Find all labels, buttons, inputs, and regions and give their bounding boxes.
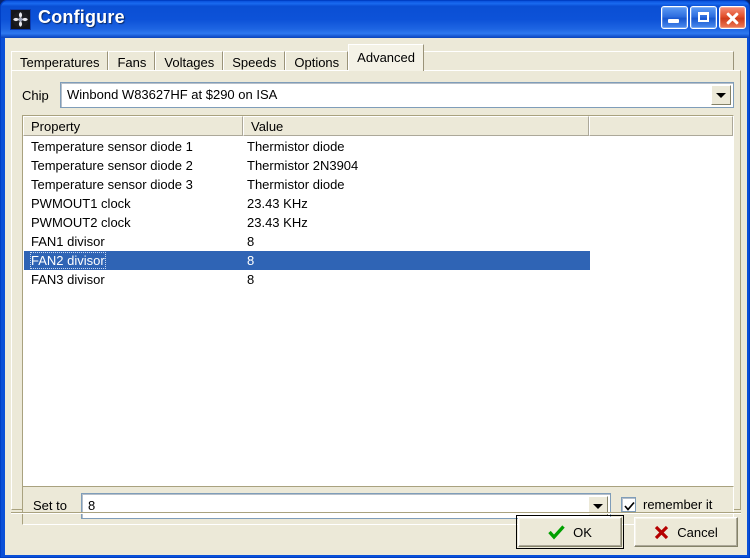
minimize-button[interactable] [661,6,688,29]
remember-it-checkbox-group[interactable]: remember it [621,497,712,512]
property-list-rows: Temperature sensor diode 1 Thermistor di… [24,137,733,289]
table-row[interactable]: Temperature sensor diode 3 Thermistor di… [24,175,733,194]
property-list-header: Property Value [23,116,733,136]
column-header-property[interactable]: Property [23,116,243,136]
checkmark-icon [624,499,635,517]
cancel-button-label: Cancel [677,524,718,540]
cell-value: Thermistor 2N3904 [247,158,359,173]
cell-property: Temperature sensor diode 2 [31,158,193,173]
set-to-label: Set to [33,498,67,513]
footer-divider [11,512,741,514]
cell-property: FAN3 divisor [31,272,105,287]
caption-button-group [661,6,746,29]
remember-it-checkbox[interactable] [621,497,636,512]
maximize-button[interactable] [690,6,717,29]
table-row-selected[interactable]: FAN2 divisor 8 [24,251,590,270]
tab-advanced[interactable]: Advanced [348,44,424,71]
set-to-panel: Set to 8 remember it [22,486,734,525]
cell-property-text: FAN2 divisor [30,252,106,269]
cell-value: 8 [247,272,255,287]
chip-combobox-value: Winbond W83627HF at $290 on ISA [67,87,278,102]
cell-value: Thermistor diode [247,139,345,154]
table-row[interactable]: FAN1 divisor 8 [24,232,733,251]
cell-property: PWMOUT2 clock [31,215,131,230]
configure-window: Configure Temperatures Fans Voltages Spe… [0,0,750,558]
cell-value: Thermistor diode [247,177,345,192]
column-header-extra[interactable] [589,116,733,136]
chip-combobox[interactable]: Winbond W83627HF at $290 on ISA [60,82,734,108]
table-row[interactable]: Temperature sensor diode 1 Thermistor di… [24,137,733,156]
cell-property: Temperature sensor diode 1 [31,139,193,154]
fan-icon [10,9,31,30]
table-row[interactable]: FAN3 divisor 8 [24,270,733,289]
window-title: Configure [38,7,125,27]
tab-strip: Temperatures Fans Voltages Speeds Option… [11,43,741,74]
table-row[interactable]: Temperature sensor diode 2 Thermistor 2N… [24,156,733,175]
tab-list: Temperatures Fans Voltages Speeds Option… [11,43,734,74]
chip-dropdown-button[interactable] [711,85,731,105]
close-button[interactable] [719,6,746,29]
cross-icon [654,525,669,540]
cancel-button[interactable]: Cancel [634,517,738,547]
cell-property: FAN2 divisor [24,252,244,269]
chevron-down-icon [593,504,603,509]
column-header-value[interactable]: Value [243,116,589,136]
cell-property: PWMOUT1 clock [31,196,131,211]
ok-button[interactable]: OK [516,515,624,549]
table-row[interactable]: PWMOUT2 clock 23.43 KHz [24,213,733,232]
cell-property: Temperature sensor diode 3 [31,177,193,192]
table-row[interactable]: PWMOUT1 clock 23.43 KHz [24,194,733,213]
title-bar[interactable]: Configure [1,1,749,38]
client-area: Temperatures Fans Voltages Speeds Option… [5,38,747,555]
cell-value: 8 [247,253,255,268]
set-to-combobox[interactable]: 8 [81,493,611,519]
ok-button-label: OK [573,524,592,540]
remember-it-label: remember it [643,497,713,512]
advanced-tab-page: Chip Winbond W83627HF at $290 on ISA Pro… [11,70,741,525]
cell-value: 8 [247,234,255,249]
cell-value: 23.43 KHz [247,215,308,230]
check-icon [548,524,565,540]
cell-value: 23.43 KHz [247,196,308,211]
property-list[interactable]: Property Value Temperature sensor diode … [22,115,734,487]
chevron-down-icon [716,93,726,98]
chip-label: Chip [22,88,49,103]
cell-property: FAN1 divisor [31,234,105,249]
set-to-value: 8 [88,498,96,513]
